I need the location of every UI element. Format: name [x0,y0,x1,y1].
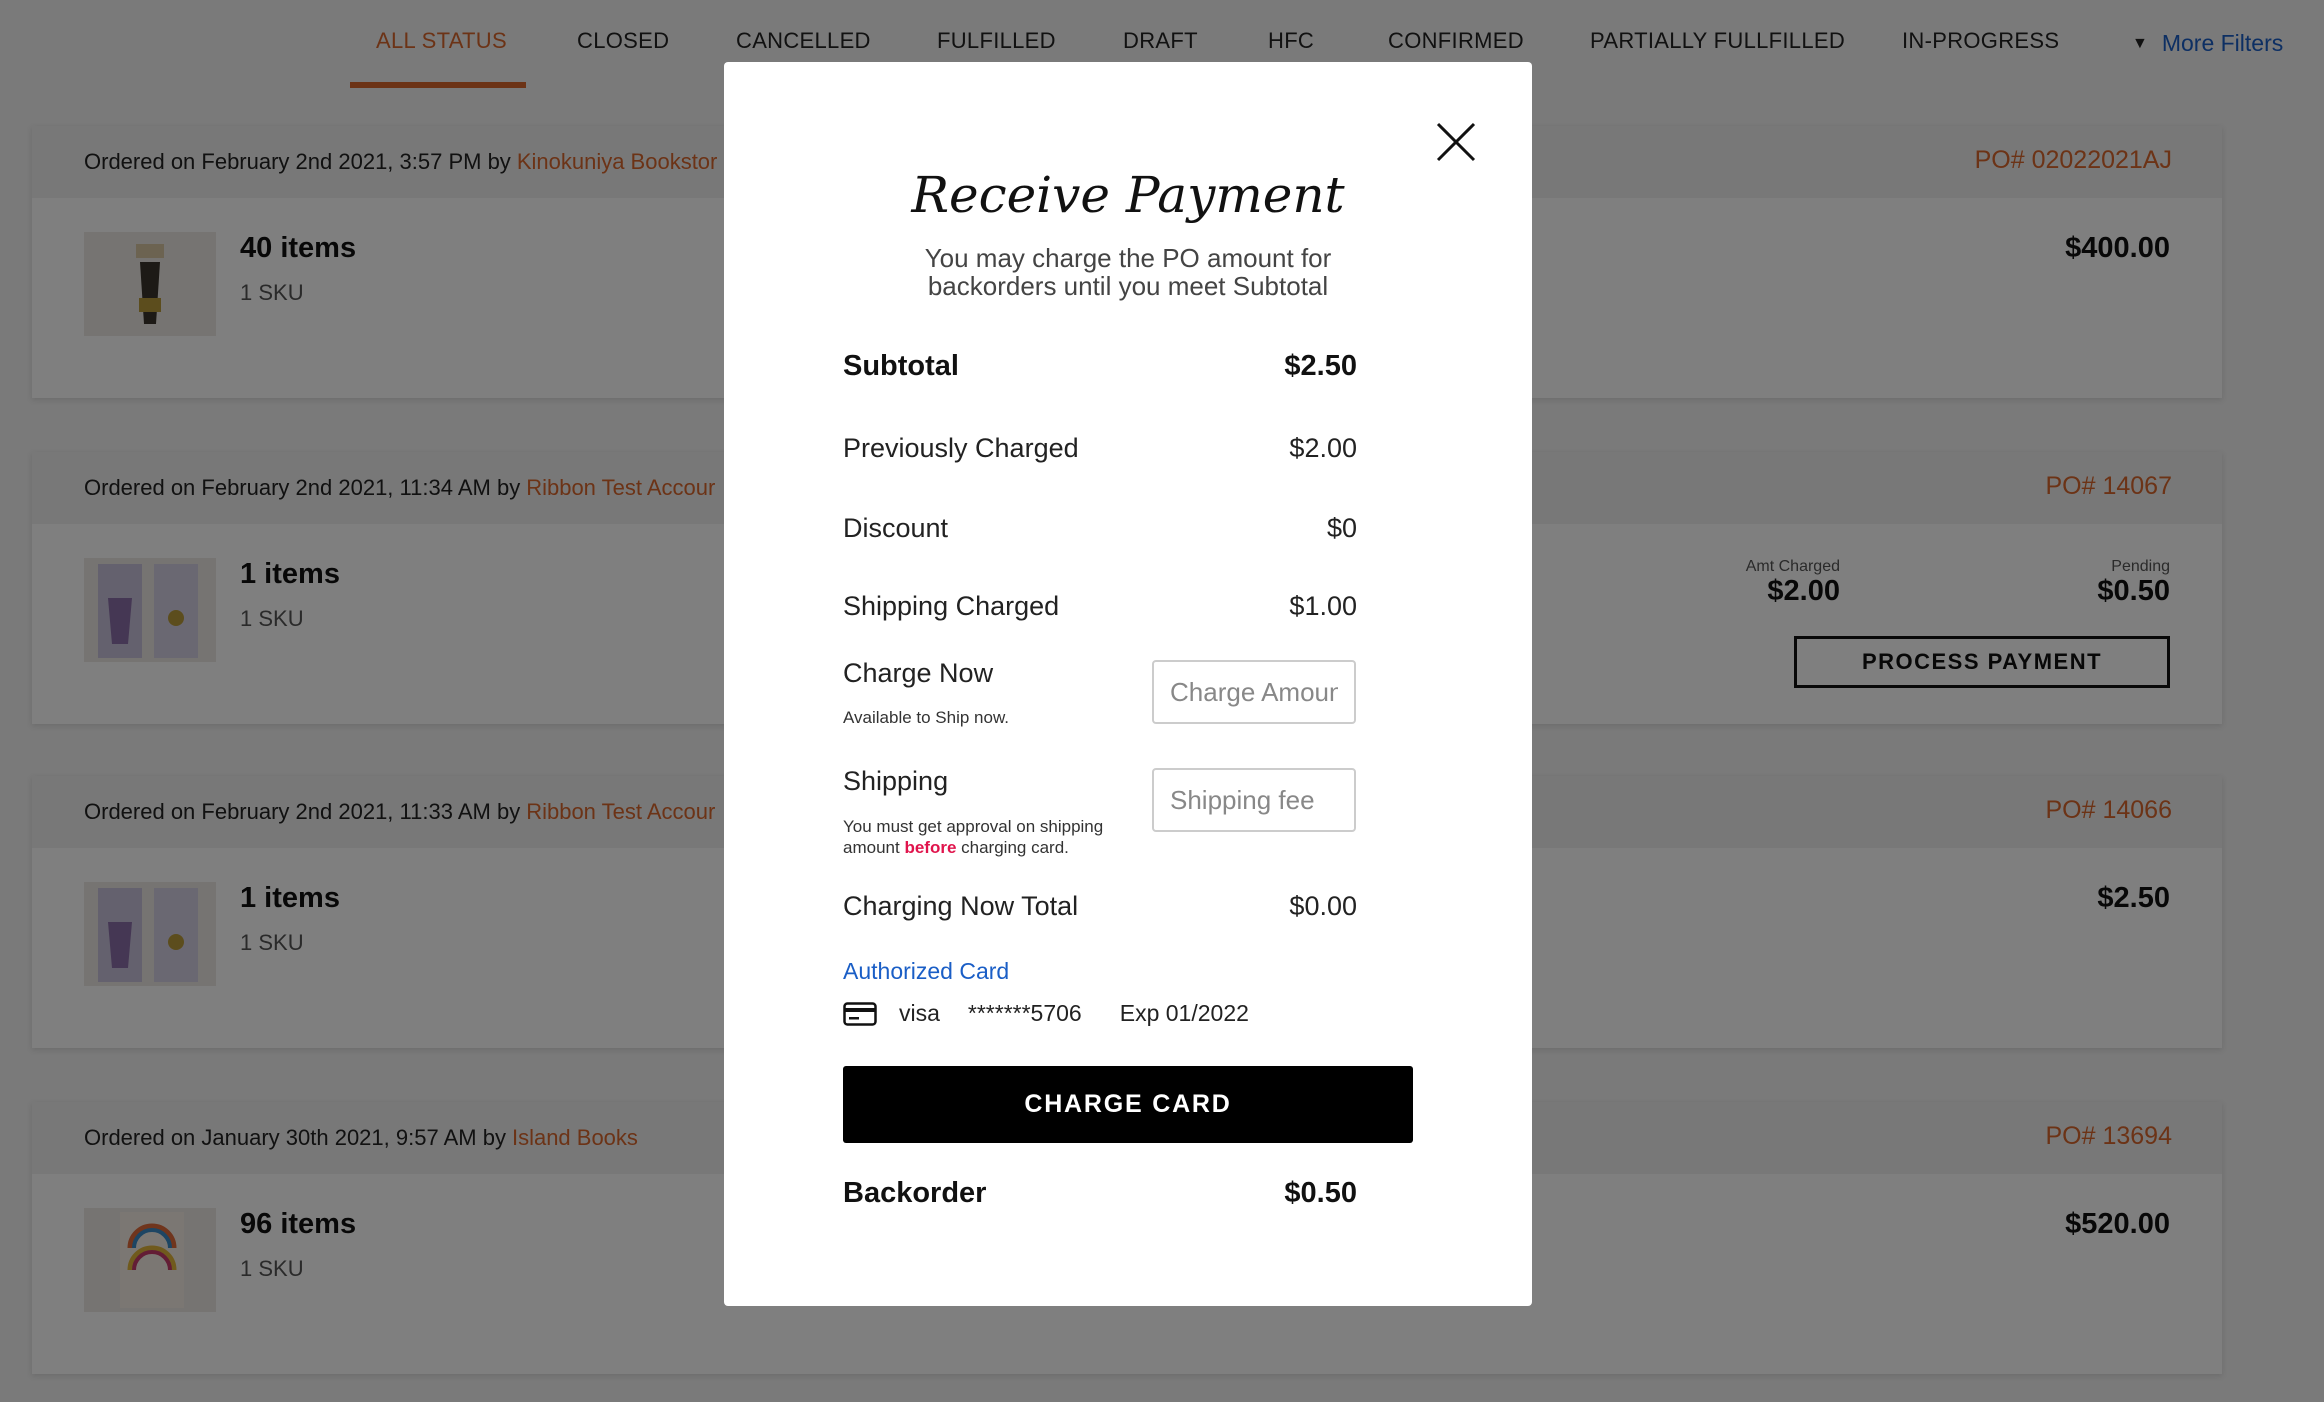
shipping-charged-label: Shipping Charged [843,591,1060,621]
shipping-charged-value: $1.00 [1289,591,1357,621]
previously-charged-value: $2.00 [1289,433,1357,463]
subtotal-value: $2.50 [1284,350,1357,382]
charging-now-total-label: Charging Now Total [843,891,1079,921]
credit-card-icon [843,1001,877,1026]
shipping-fee-input[interactable] [1152,768,1356,832]
charging-now-total-row: Charging Now Total $0.00 [843,891,1357,922]
shipping-hint: You must get approval on shipping amount… [843,816,1143,858]
charge-card-button[interactable]: CHARGE CARD [843,1066,1413,1143]
card-expiry: Exp 01/2022 [1119,1000,1249,1026]
card-brand: visa [899,1000,940,1026]
shipping-hint-warning: before [904,838,957,857]
subtotal-label: Subtotal [843,350,959,382]
authorized-card-link[interactable]: Authorized Card [843,958,1009,985]
subtotal-row: Subtotal $2.50 [843,350,1357,383]
backorder-value: $0.50 [1284,1177,1357,1209]
shipping-label: Shipping [843,766,949,796]
charging-now-total-value: $0.00 [1289,891,1357,921]
shipping-charged-row: Shipping Charged $1.00 [843,591,1357,622]
authorized-card-details: visa *******5706 Exp 01/2022 [843,1000,1249,1027]
charge-amount-input[interactable] [1152,660,1356,724]
shipping-hint-text-end: charging card. [961,838,1069,857]
discount-value: $0 [1326,513,1357,543]
backorder-row: Backorder $0.50 [843,1177,1357,1210]
charge-now-hint: Available to Ship now. [843,708,1010,727]
modal-title: Receive Payment [911,166,1345,224]
discount-label: Discount [843,513,949,543]
discount-row: Discount $0 [843,513,1357,544]
receive-payment-modal: Receive Payment You may charge the PO am… [724,62,1532,1306]
modal-subtitle: You may charge the PO amount for backord… [924,243,1332,301]
card-number: *******5706 [967,1000,1082,1026]
previously-charged-row: Previously Charged $2.00 [843,433,1357,464]
charge-now-label: Charge Now [843,658,994,688]
close-icon[interactable] [1432,118,1480,166]
previously-charged-label: Previously Charged [843,433,1079,463]
backorder-label: Backorder [843,1177,987,1209]
